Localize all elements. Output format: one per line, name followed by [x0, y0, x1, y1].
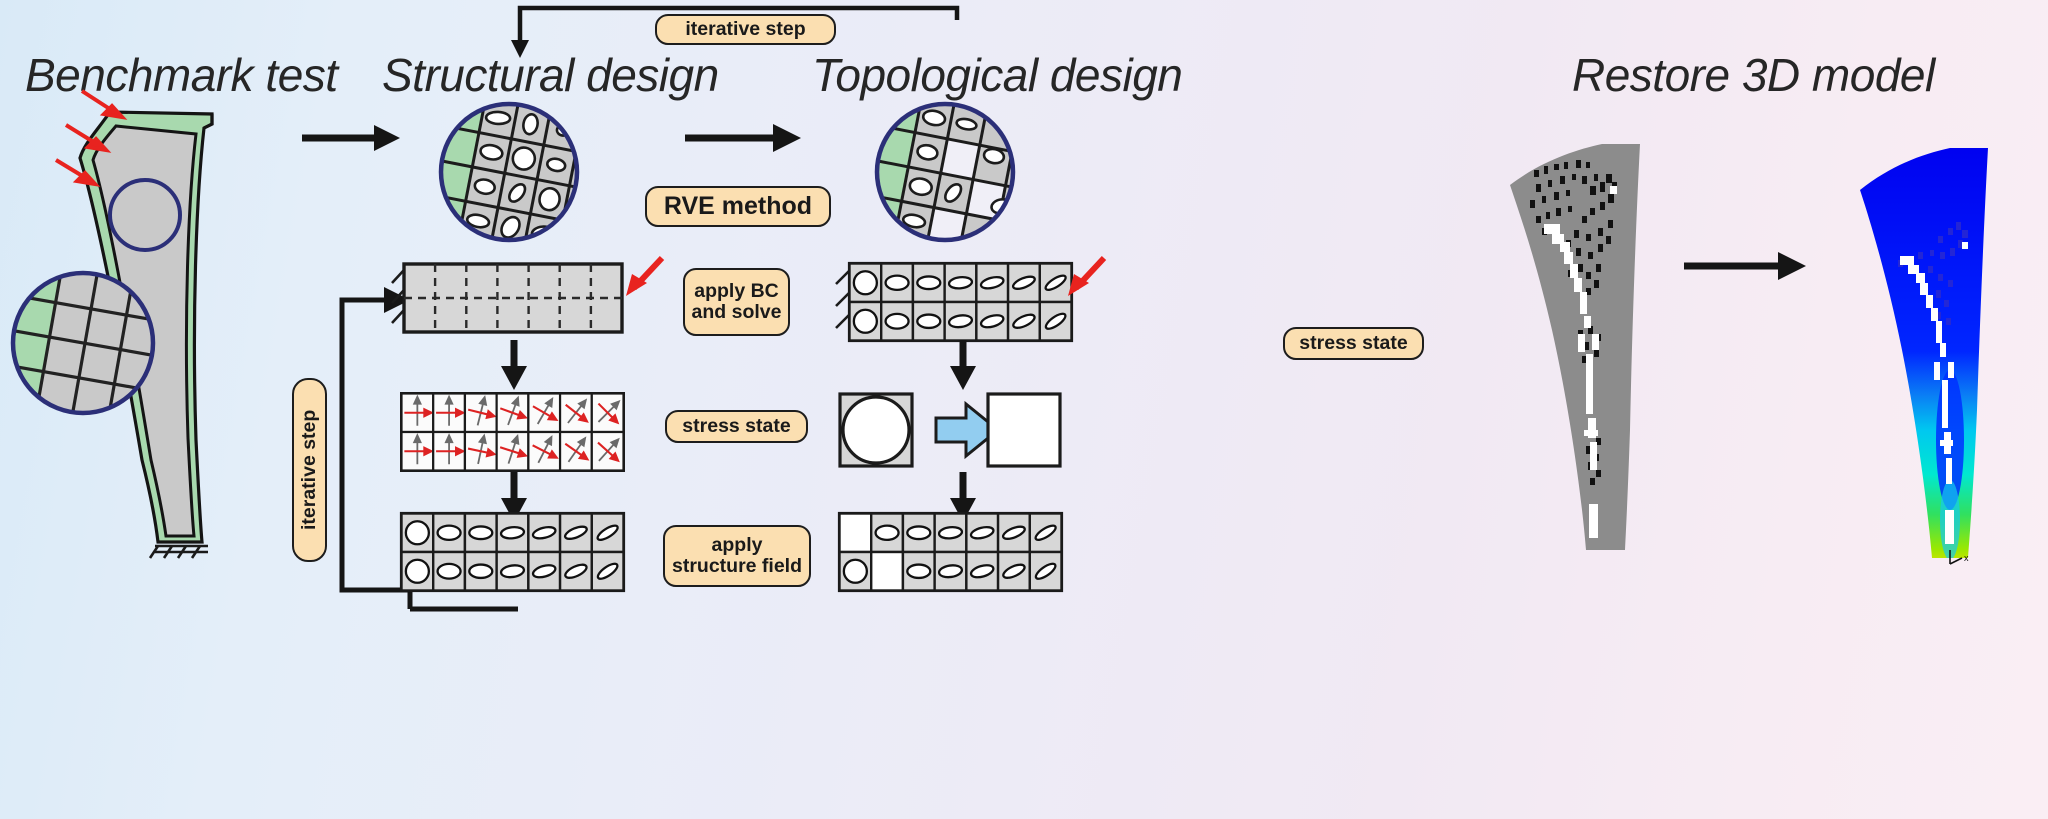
fixed-support-hatching-left	[391, 269, 405, 324]
diagram-canvas: iterative step Benchmark test Structural…	[0, 0, 2048, 819]
structural-beam-solid-grid	[391, 262, 624, 334]
label-stress-state-middle: stress state	[665, 410, 808, 443]
label-iterative-step-vertical: iterative step	[292, 378, 327, 562]
fixed-support-hatching	[148, 544, 208, 559]
label-apply-bc-and-solve: apply BC and solve	[683, 268, 790, 336]
restored-greyscale-blade	[1510, 144, 1640, 550]
label-stress-state-right: stress state	[1283, 327, 1424, 360]
structural-ellipse-grid	[399, 511, 626, 593]
topological-ellipse-grid-top	[847, 261, 1074, 343]
topological-microstructure-magnifier	[874, 101, 1016, 243]
heading-structural-design: Structural design	[382, 49, 719, 101]
inclusion-circle	[841, 395, 911, 465]
structural-microstructure-magnifier	[438, 101, 580, 243]
arrow-benchmark-to-structural	[302, 125, 400, 151]
arrow-restore-to-stress	[1684, 252, 1806, 280]
structural-stress-state-grid	[400, 392, 625, 472]
structural-feedback-loop-bottom	[410, 606, 518, 612]
axis-label-x: x	[1964, 553, 1969, 563]
heading-topological-design: Topological design	[812, 49, 1183, 101]
fea-stress-contour-blade: x	[1860, 148, 1988, 565]
label-rve-method: RVE method	[645, 186, 831, 227]
arrow-beam-to-stress	[501, 340, 527, 390]
arrow-structural-to-topological	[685, 124, 801, 152]
cell-to-void-conversion	[838, 392, 1062, 468]
benchmark-microstructure-magnifier	[10, 270, 156, 416]
topological-ellipse-grid-bottom	[837, 511, 1064, 593]
label-iterative-step-top: iterative step	[655, 14, 836, 45]
label-apply-structure-field: apply structure field	[663, 525, 811, 587]
structural-beam-load-arrow	[626, 255, 665, 296]
empty-void-cell	[986, 392, 1062, 468]
topological-beam-load-arrow	[1068, 255, 1107, 296]
arrow-topo-to-conversion	[950, 340, 976, 390]
heading-restore-3d-model: Restore 3D model	[1572, 49, 1935, 101]
